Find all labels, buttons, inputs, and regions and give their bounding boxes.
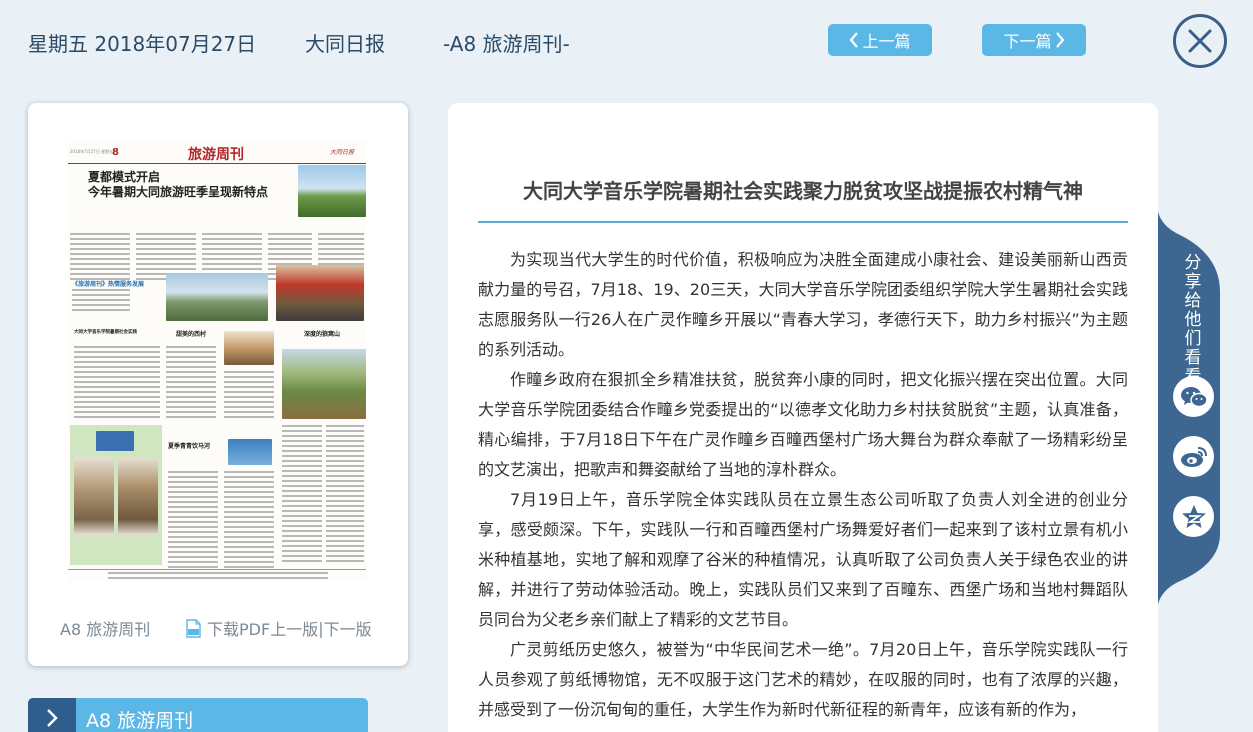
thumb-subheading-1: 大同大学音乐学院暑期社会实践 [74,330,137,335]
thumb-section-title: 旅游周刊 [188,147,244,163]
previous-article-button[interactable]: 上一篇 [828,24,932,56]
share-qzone-button[interactable] [1173,496,1214,537]
edition-tab-label: A8 旅游周刊 [86,710,194,732]
thumb-footer-text [108,572,328,581]
thumb-text-column [224,471,274,571]
thumb-text-column [282,425,322,565]
page-thumbnail[interactable]: 2018年7月27日 星期五 8 旅游周刊 大同日报 夏都模式开启 今年暑期大同… [68,141,366,581]
thumb-photo-mountain [282,349,366,419]
next-article-button[interactable]: 下一篇 [982,24,1086,56]
previous-page-link[interactable]: 上一版 [270,616,318,640]
thumb-photo-travel [228,439,272,465]
edition-tab-arrow [28,698,76,732]
next-article-label: 下一篇 [1003,32,1052,51]
page-edition-label: A8 旅游周刊 [60,620,151,639]
thumb-photo-food [224,331,274,365]
next-page-link[interactable]: 下一版 [324,616,372,640]
close-icon [1188,29,1212,53]
thumb-photo-statue-2 [118,457,158,535]
pdf-icon[interactable] [185,618,202,638]
article-panel: 大同大学音乐学院暑期社会实践聚力脱贫攻坚战提振农村精气神 为实现当代大学生的时代… [448,103,1158,732]
thumb-promo: 《旅游周刊》热情服务发展 [72,281,145,288]
thumb-text-column [224,371,274,421]
thumb-text-column [166,346,216,421]
share-wechat-button[interactable] [1173,376,1214,417]
thumb-photo-landscape [298,165,366,217]
newspaper-page-card: 2018年7月27日 星期五 8 旅游周刊 大同日报 夏都模式开启 今年暑期大同… [28,103,408,666]
thumb-subheading-2: 甜美的西村 [176,331,207,338]
article-paragraph: 作疃乡政府在狠抓全乡精准扶贫，脱贫奔小康的同时，把文化振兴摆在突出位置。大同大学… [478,370,1128,479]
chevron-right-icon [47,709,58,727]
article-paragraph: 为实现当代大学生的时代价值，积极响应为决胜全面建成小康社会、建设美丽新山西贡献力… [478,250,1128,359]
thumb-text-column [70,233,130,283]
issue-date: 星期五 2018年07月27日 [28,32,257,56]
article-paragraph: 7月19日上午，音乐学院全体实践队员在立景生态公司听取了负责人刘全进的创业分享，… [478,490,1128,629]
weibo-icon [1180,446,1207,467]
thumb-text-column [72,289,130,314]
edition-tab[interactable]: A8 旅游周刊 [28,698,368,732]
title-divider [478,221,1128,223]
download-pdf-link[interactable]: 下载PDF [207,616,270,640]
thumb-meta: 2018年7月27日 星期五 [70,149,114,154]
thumb-text-column [326,425,364,565]
close-button[interactable] [1173,14,1227,68]
thumb-footer-rule [68,569,366,570]
thumb-rule [68,163,366,164]
share-weibo-button[interactable] [1173,436,1214,477]
thumb-text-column [168,471,218,571]
thumb-masthead: 大同日报 [330,149,355,156]
share-panel: 分享给他们看看 [1158,212,1222,604]
chevron-right-icon [1055,32,1064,48]
thumb-headline-2: 今年暑期大同旅游旺季呈现新特点 [88,185,269,199]
article-title: 大同大学音乐学院暑期社会实践聚力脱贫攻坚战提振农村精气神 [523,179,1083,203]
thumb-photo-statue-1 [74,457,114,535]
article-paragraph: 广灵剪纸历史悠久，被誉为“中华民间艺术一绝”。7月20日上午，音乐学院实践队一行… [478,640,1128,719]
article-body: 为实现当代大学生的时代价值，积极响应为决胜全面建成小康社会、建设美丽新山西贡献力… [478,245,1128,725]
chevron-left-icon [850,32,859,48]
thumb-photo-sign [96,431,134,451]
thumb-page-number: 8 [112,147,119,158]
wechat-icon [1180,386,1208,407]
qzone-icon [1181,504,1206,528]
newspaper-name: 大同日报 [305,32,385,56]
thumb-photo-city [166,273,268,321]
page-links: 下载PDF 上一版 | 下一版 [185,616,372,640]
edition-name: -A8 旅游周刊- [443,32,570,56]
thumb-subheading-4: 夏季青青饮马河 [168,443,211,450]
thumb-photo-festival [276,265,364,321]
thumb-text-column [74,346,160,421]
previous-article-label: 上一篇 [862,32,911,51]
thumb-subheading-3: 深度的狼窝山 [304,331,341,338]
share-label: 分享给他们看看 [1184,253,1202,387]
